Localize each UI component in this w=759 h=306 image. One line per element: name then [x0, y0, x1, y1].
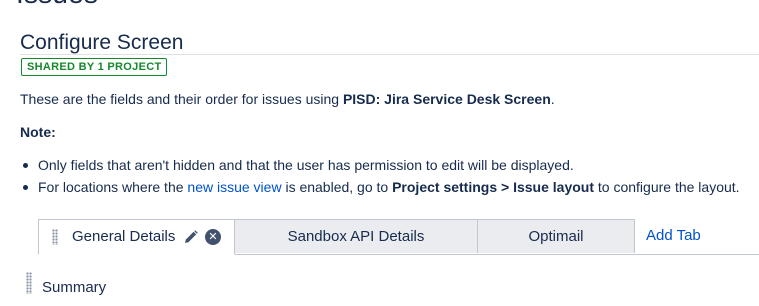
note-label: Note: [20, 124, 56, 140]
title-divider [20, 54, 759, 55]
path-separator: > [497, 179, 514, 195]
shared-badge[interactable]: SHARED BY 1 PROJECT [21, 58, 168, 76]
field-row-summary[interactable]: Summary [42, 279, 106, 296]
screen-name: PISD: Jira Service Desk Screen [342, 91, 551, 107]
screen-title: Configure Screen [20, 31, 184, 54]
page-heading: Issues [16, 0, 98, 10]
remove-circle-icon[interactable]: ✕ [205, 229, 221, 245]
screen-description: These are the fields and their order for… [20, 91, 555, 107]
pencil-icon[interactable] [183, 229, 199, 245]
tab-optimail[interactable]: Optimail [477, 219, 635, 253]
tab-sandbox-api-details[interactable]: Sandbox API Details [234, 219, 478, 253]
tab-label: General Details [72, 228, 176, 245]
note-text: to configure the layout. [594, 179, 740, 195]
drag-handle-icon[interactable] [52, 229, 58, 245]
new-issue-view-link[interactable]: new issue view [187, 179, 281, 195]
tab-general-details[interactable]: General Details ✕ [38, 219, 235, 255]
add-tab-link[interactable]: Add Tab [646, 219, 701, 253]
note-text: For locations where the [38, 179, 188, 195]
note-list: Only fields that aren't hidden and that … [20, 156, 740, 200]
issue-layout-label: Issue layout [513, 179, 595, 195]
screen-tabs: General Details ✕ Sandbox API Details Op… [38, 219, 759, 255]
note-item-issue-layout: For locations where the new issue view i… [20, 178, 740, 200]
project-settings-label: Project settings [392, 179, 498, 195]
description-suffix: . [550, 91, 555, 107]
note-item-permissions: Only fields that aren't hidden and that … [20, 156, 740, 178]
drag-handle-icon[interactable] [26, 272, 32, 294]
description-prefix: These are the fields and their order for… [20, 91, 343, 107]
note-text: is enabled, go to [281, 179, 393, 195]
